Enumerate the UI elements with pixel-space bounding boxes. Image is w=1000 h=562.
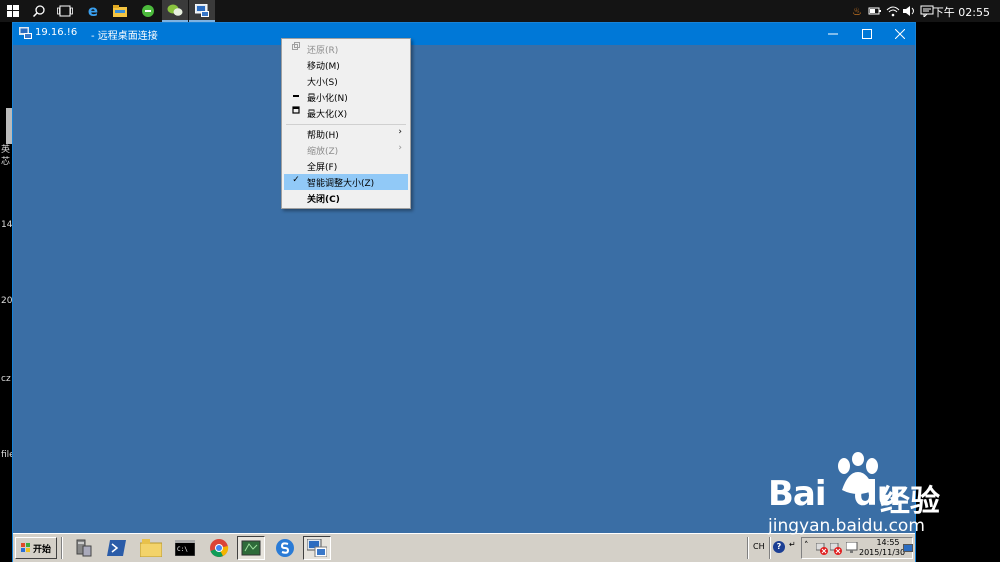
- window-system-menu: 还原(R) 移动(M) 大小(S) 最小化(N) 最大化(X) 帮助(H) › …: [281, 38, 411, 209]
- remote-desktop-icon[interactable]: [189, 0, 215, 22]
- flame-icon[interactable]: ♨: [850, 4, 864, 18]
- remote-desktop-icon[interactable]: [19, 27, 32, 39]
- desktop-label: 芯: [1, 157, 11, 167]
- restore-icon: [290, 42, 302, 53]
- green-window-icon[interactable]: [237, 536, 265, 560]
- host-taskbar: e ♨ 下午 02:55: [0, 0, 1000, 22]
- checkmark-icon: ✓: [292, 175, 300, 185]
- powershell-icon[interactable]: [103, 536, 131, 560]
- start-label: 开始: [32, 544, 51, 555]
- menu-item-label: 缩放(Z): [307, 147, 339, 157]
- maximize-icon: [290, 106, 302, 117]
- menu-item-label: 关闭(C): [307, 195, 340, 205]
- windows-flag-icon: [20, 543, 30, 552]
- menu-item-fullscreen[interactable]: 全屏(F): [284, 158, 408, 174]
- maximize-button[interactable]: [850, 23, 884, 45]
- help-icon[interactable]: ?: [773, 541, 785, 553]
- file-explorer-icon[interactable]: [107, 0, 133, 22]
- svg-text:C:\: C:\: [177, 546, 188, 553]
- close-icon: [895, 29, 905, 39]
- desktop-label: 14: [1, 220, 13, 230]
- menu-item-move[interactable]: 移动(M): [284, 57, 408, 73]
- menu-item-maximize[interactable]: 最大化(X): [284, 105, 408, 121]
- watermark-cn: 经验: [880, 484, 940, 519]
- search-icon[interactable]: [26, 0, 52, 22]
- monitor-icon[interactable]: [846, 542, 858, 554]
- wifi-icon[interactable]: [886, 4, 900, 18]
- menu-item-label: 还原(R): [307, 46, 339, 56]
- baidu-jingyan-watermark: Bai du 经验 jingyan.baidu.com: [760, 452, 960, 542]
- window-titlebar[interactable]: 19.16.!6 - 远程桌面连接: [13, 23, 915, 45]
- menu-item-minimize[interactable]: 最小化(N): [284, 89, 408, 105]
- menu-item-label: 智能调整大小(Z): [307, 179, 375, 189]
- menu-item-help[interactable]: 帮助(H) ›: [284, 126, 408, 142]
- chevron-right-icon: ›: [398, 127, 402, 137]
- show-hidden-icons-icon[interactable]: ˄: [804, 541, 809, 551]
- desktop-label: 20: [1, 296, 13, 306]
- host-desktop: 英 芯 14 20 cz file: [0, 22, 15, 562]
- show-desktop-icon[interactable]: [903, 544, 913, 552]
- menu-item-size[interactable]: 大小(S): [284, 73, 408, 89]
- volume-icon[interactable]: [902, 4, 916, 18]
- close-button[interactable]: [883, 23, 917, 45]
- remote-desktop-icon[interactable]: [303, 536, 331, 560]
- edge-icon[interactable]: e: [80, 0, 106, 22]
- sogou-icon[interactable]: [271, 536, 299, 560]
- menu-item-zoom[interactable]: 缩放(Z) ›: [284, 142, 408, 158]
- start-button[interactable]: 开始: [15, 537, 57, 559]
- maximize-icon: [862, 29, 872, 39]
- menu-item-label: 大小(S): [307, 78, 338, 88]
- minimize-icon: [828, 33, 838, 35]
- taskbar-separator: [61, 537, 63, 559]
- taskbar-separator: [747, 537, 749, 559]
- menu-item-label: 最大化(X): [307, 110, 348, 120]
- security-warning-icon[interactable]: [830, 543, 842, 555]
- network-warning-icon[interactable]: [816, 543, 828, 555]
- host-clock[interactable]: 下午 02:55: [933, 4, 990, 20]
- watermark-url: jingyan.baidu.com: [768, 516, 925, 536]
- green-app-icon[interactable]: [135, 0, 161, 22]
- task-view-icon[interactable]: [52, 0, 78, 22]
- menu-separator: [286, 124, 406, 125]
- remote-clock-date[interactable]: 2015/11/30: [859, 548, 905, 557]
- logo-text-a: Bai: [768, 474, 827, 514]
- window-title: - 远程桌面连接: [91, 31, 158, 42]
- battery-icon[interactable]: [868, 4, 882, 18]
- menu-item-label: 全屏(F): [307, 163, 338, 173]
- menu-item-label: 最小化(N): [307, 94, 348, 104]
- chrome-icon[interactable]: [205, 536, 233, 560]
- cmd-icon[interactable]: C:\: [171, 536, 199, 560]
- menu-item-close[interactable]: 关闭(C): [284, 190, 408, 206]
- desktop-label: cz: [1, 374, 11, 384]
- language-indicator[interactable]: CH: [753, 542, 765, 551]
- minimize-icon: [290, 90, 302, 101]
- menu-item-label: 帮助(H): [307, 131, 339, 141]
- menu-item-smart-sizing[interactable]: ✓ 智能调整大小(Z): [284, 174, 408, 190]
- remote-host-name: 19.16.!6: [35, 27, 78, 38]
- folder-icon[interactable]: [137, 536, 165, 560]
- windows-start-icon[interactable]: [0, 0, 26, 22]
- server-manager-icon[interactable]: [69, 536, 97, 560]
- menu-item-restore[interactable]: 还原(R): [284, 41, 408, 57]
- minimize-button[interactable]: [816, 23, 850, 45]
- chevron-right-icon: ›: [398, 143, 402, 153]
- wechat-icon[interactable]: [162, 0, 188, 22]
- menu-item-label: 移动(M): [307, 62, 340, 72]
